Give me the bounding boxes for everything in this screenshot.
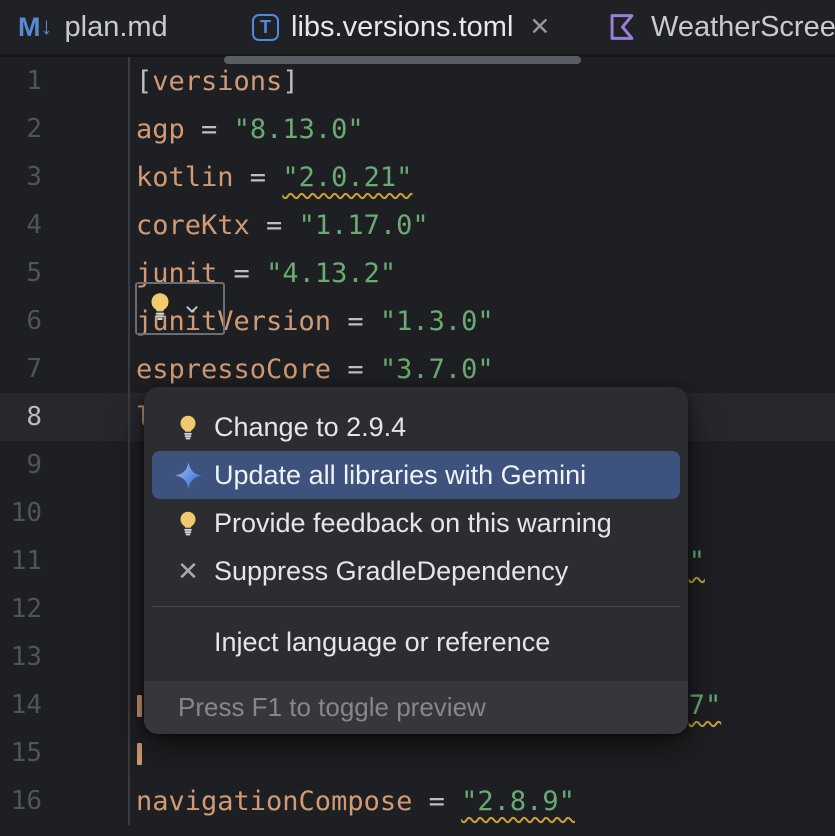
intention-bulb-widget[interactable]	[135, 282, 225, 335]
line-number: 15	[0, 738, 42, 768]
menu-item-change-to-2-9-4[interactable]: Change to 2.9.4	[144, 403, 688, 451]
line-number: 12	[0, 594, 42, 624]
line-number: 4	[0, 210, 42, 240]
code-text: kotlin = "2.0.21"	[130, 162, 412, 193]
suppress-x-icon: ✕	[172, 555, 204, 587]
line-number: 10	[0, 498, 42, 528]
menu-item-suppress-gradledependency[interactable]: ✕ Suppress GradleDependency	[144, 547, 688, 595]
chevron-down-icon	[181, 298, 203, 320]
editor-line-4[interactable]: 4 coreKtx = "1.17.0"	[0, 201, 835, 249]
lightbulb-icon	[172, 411, 204, 443]
editor-line-1[interactable]: 1 [versions]	[0, 57, 835, 105]
gutter: 6	[0, 297, 130, 345]
gutter: 12	[0, 585, 130, 633]
intention-menu: Change to 2.9.4 Update all libraries with…	[144, 387, 688, 666]
editor-line-5[interactable]: 5junit = "4.13.2"	[0, 249, 835, 297]
code-text: navigationCompose = "2.8.9"	[130, 786, 575, 817]
line-number: 14	[0, 690, 42, 720]
line-number: 1	[0, 66, 42, 96]
gutter: 7	[0, 345, 130, 393]
gutter: 8	[0, 393, 130, 441]
menu-item-label: Inject language or reference	[214, 627, 550, 658]
intention-actions-popup: Change to 2.9.4 Update all libraries with…	[144, 387, 688, 734]
compose-icon	[605, 10, 639, 44]
gutter: 4	[0, 201, 130, 249]
line-number: 3	[0, 162, 42, 192]
gutter: 15	[0, 729, 130, 777]
code-text: agp = "8.13.0"	[130, 114, 364, 145]
gutter: 13	[0, 633, 130, 681]
gutter: 11	[0, 537, 130, 585]
gutter: 16	[0, 777, 130, 825]
tab-label: WeatherScree	[651, 11, 835, 44]
gutter: 3	[0, 153, 130, 201]
editor-line-7[interactable]: 7 espressoCore = "3.7.0"	[0, 345, 835, 393]
gutter: 5	[0, 249, 130, 297]
gutter: 14	[0, 681, 130, 729]
tab-bar: M↓ plan.md Tlibs.versions.toml ✕ WeatherScre…	[0, 0, 835, 57]
code-text: coreKtx = "1.17.0"	[130, 210, 429, 241]
tab-libs-versions-toml[interactable]: Tlibs.versions.toml ✕	[224, 0, 583, 56]
editor-line-2[interactable]: 2 agp = "8.13.0"	[0, 105, 835, 153]
code-text: espressoCore = "3.7.0"	[130, 354, 494, 385]
gutter: 1	[0, 57, 130, 105]
line-number: 13	[0, 642, 42, 672]
toml-icon: T	[252, 14, 279, 41]
line-number: 16	[0, 786, 42, 816]
line-number: 2	[0, 114, 42, 144]
menu-item-inject-language-or-reference[interactable]: Inject language or reference	[144, 618, 688, 666]
tab-label: plan.md	[65, 11, 168, 44]
menu-item-label: Provide feedback on this warning	[214, 508, 612, 539]
tab-plan-md[interactable]: M↓ plan.md	[0, 0, 224, 56]
popup-footer-hint: Press F1 to toggle preview	[144, 681, 688, 734]
clipped-text-fragment	[137, 743, 142, 765]
menu-item-label: Update all libraries with Gemini	[214, 460, 586, 491]
gutter: 9	[0, 441, 130, 489]
close-tab-icon[interactable]: ✕	[529, 15, 550, 40]
editor-line-15[interactable]: 15	[0, 729, 835, 777]
menu-item-label: Change to 2.9.4	[214, 412, 406, 443]
gutter: 10	[0, 489, 130, 537]
line-number: 6	[0, 306, 42, 336]
active-tab-indicator	[224, 56, 581, 64]
gemini-sparkle-icon	[172, 459, 204, 491]
none	[172, 626, 204, 658]
editor-line-16[interactable]: 16 navigationCompose = "2.8.9"	[0, 777, 835, 825]
menu-item-update-all-libraries-with-gemini[interactable]: Update all libraries with Gemini	[152, 451, 680, 499]
lightbulb-icon	[143, 289, 177, 328]
menu-item-label: Suppress GradleDependency	[214, 556, 568, 587]
line-number: 7	[0, 354, 42, 384]
line-number: 8	[0, 402, 42, 432]
lightbulb-icon	[172, 507, 204, 539]
tab-weatherscree[interactable]: WeatherScree	[583, 0, 835, 56]
line-number: 5	[0, 258, 42, 288]
markdown-icon: M↓	[18, 12, 53, 43]
menu-separator	[152, 606, 680, 607]
code-text: [versions]	[130, 66, 299, 97]
ide-window: M↓ plan.md Tlibs.versions.toml ✕ WeatherScre…	[0, 0, 835, 836]
tab-label: libs.versions.toml	[291, 11, 513, 44]
clipped-text-fragment	[137, 695, 142, 717]
editor-line-3[interactable]: 3 kotlin = "2.0.21"	[0, 153, 835, 201]
line-number: 11	[0, 546, 42, 576]
menu-item-provide-feedback-on-this-warning[interactable]: Provide feedback on this warning	[144, 499, 688, 547]
line-number: 9	[0, 450, 42, 480]
editor-line-6[interactable]: 6junitVersion = "1.3.0"	[0, 297, 835, 345]
gutter: 2	[0, 105, 130, 153]
